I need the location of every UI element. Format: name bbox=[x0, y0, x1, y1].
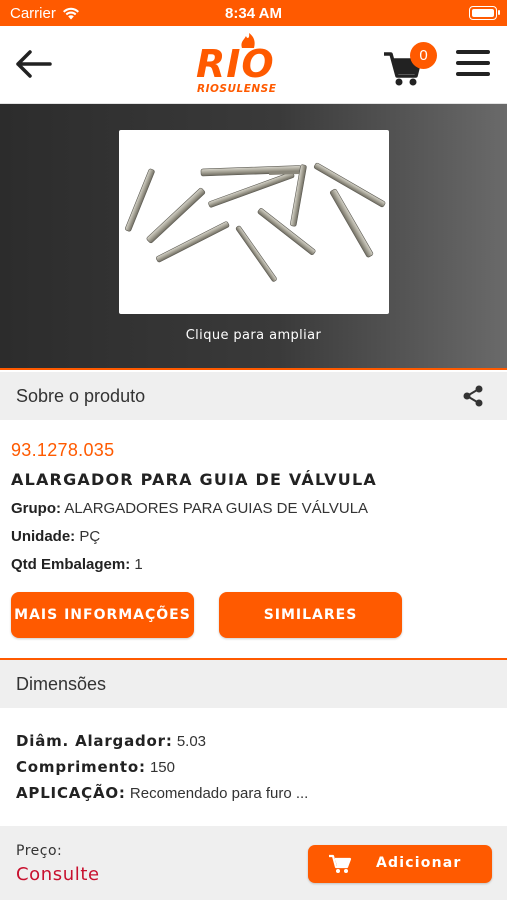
product-code: 93.1278.035 bbox=[11, 440, 115, 460]
cart-count-badge: 0 bbox=[410, 42, 437, 69]
price-label: Preço: bbox=[16, 843, 63, 859]
share-button[interactable] bbox=[461, 384, 485, 408]
add-to-cart-label: Adicionar bbox=[376, 855, 462, 871]
top-navbar: RIO RIOSULENSE 0 bbox=[0, 26, 507, 104]
dimension-row: Diâm. Alargador: 5.03 bbox=[16, 732, 206, 750]
unit-value: PÇ bbox=[79, 528, 101, 545]
dimension-label: Comprimento: bbox=[16, 758, 146, 776]
dimensions-section-title: Dimensões bbox=[16, 674, 107, 694]
share-icon bbox=[463, 385, 483, 407]
similar-button[interactable]: SIMILARES bbox=[219, 592, 402, 638]
group-value: ALARGADORES PARA GUIAS DE VÁLVULA bbox=[64, 500, 369, 517]
product-name: ALARGADOR PARA GUIA DE VÁLVULA bbox=[11, 470, 377, 489]
back-arrow-icon bbox=[16, 50, 52, 78]
product-details: 93.1278.035 ALARGADOR PARA GUIA DE VÁLVU… bbox=[0, 420, 507, 658]
dimensions-list: Diâm. Alargador: 5.03 Comprimento: 150 A… bbox=[0, 708, 507, 826]
dimension-label: Diâm. Alargador: bbox=[16, 732, 173, 750]
more-info-button[interactable]: MAIS INFORMAÇÕES bbox=[11, 592, 194, 638]
about-section-header: Sobre o produto bbox=[0, 372, 507, 420]
product-pack-qty: Qtd Embalagem: 1 bbox=[11, 556, 143, 573]
dimension-label: APLICAÇÃO: bbox=[16, 784, 126, 802]
dimension-row: Comprimento: 150 bbox=[16, 758, 175, 776]
brand-logo[interactable]: RIO RIOSULENSE bbox=[190, 30, 320, 100]
status-time: 8:34 AM bbox=[225, 5, 282, 22]
logo-text: RIO bbox=[196, 42, 275, 86]
zoom-hint[interactable]: Clique para ampliar bbox=[0, 328, 507, 343]
product-unit: Unidade: PÇ bbox=[11, 528, 100, 545]
dimension-value: Recomendado para furo ... bbox=[129, 785, 309, 802]
cart-icon bbox=[329, 854, 352, 873]
product-group: Grupo: ALARGADORES PARA GUIAS DE VÁLVULA bbox=[11, 500, 368, 517]
unit-label: Unidade: bbox=[11, 528, 76, 545]
dimension-value: 5.03 bbox=[176, 733, 207, 750]
menu-icon bbox=[456, 50, 490, 76]
dimension-value: 150 bbox=[149, 759, 175, 776]
battery-icon bbox=[469, 6, 500, 20]
price-value: Consulte bbox=[16, 864, 100, 885]
product-image-area: Clique para ampliar bbox=[0, 104, 507, 370]
purchase-footer: Preço: Consulte Adicionar bbox=[0, 826, 507, 900]
back-button[interactable] bbox=[12, 46, 54, 82]
cart-button[interactable]: 0 bbox=[382, 42, 438, 88]
group-label: Grupo: bbox=[11, 500, 61, 517]
logo-subtext: RIOSULENSE bbox=[197, 83, 277, 95]
reamer-tools-image bbox=[125, 162, 386, 282]
dimensions-section-header: Dimensões bbox=[0, 660, 507, 708]
menu-button[interactable] bbox=[456, 50, 490, 80]
dimension-row: APLICAÇÃO: Recomendado para furo ... bbox=[16, 784, 308, 802]
pack-label: Qtd Embalagem: bbox=[11, 556, 131, 573]
product-photo[interactable] bbox=[119, 130, 389, 314]
add-to-cart-button[interactable]: Adicionar bbox=[308, 845, 492, 883]
status-bar: Carrier 8:34 AM bbox=[0, 0, 507, 26]
pack-value: 1 bbox=[134, 556, 143, 573]
about-section-title: Sobre o produto bbox=[16, 386, 146, 406]
